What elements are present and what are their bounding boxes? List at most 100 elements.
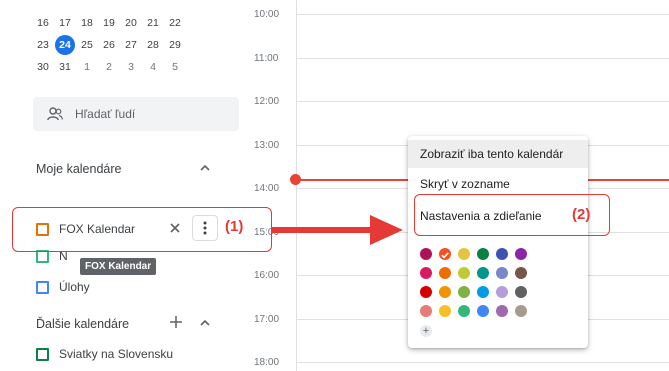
current-time-dot — [290, 174, 301, 185]
color-swatch[interactable] — [496, 248, 508, 260]
calendar-checkbox[interactable] — [36, 347, 49, 361]
chevron-up-icon[interactable] — [198, 316, 212, 330]
color-swatch[interactable] — [458, 286, 470, 298]
day-number: 21 — [147, 17, 159, 29]
day-number: 2 — [106, 61, 112, 73]
day-number: 5 — [172, 61, 178, 73]
day-number: 31 — [59, 61, 71, 73]
day-number: 27 — [125, 39, 137, 51]
color-swatch[interactable] — [420, 248, 432, 260]
mini-calendar-day[interactable]: 19 — [98, 13, 120, 33]
day-number: 22 — [169, 17, 181, 29]
color-swatch[interactable] — [515, 286, 527, 298]
color-swatch[interactable] — [496, 305, 508, 317]
hour-gridline — [296, 101, 669, 102]
mini-calendar-day[interactable]: 28 — [142, 35, 164, 55]
mini-calendar-day[interactable]: 21 — [142, 13, 164, 33]
time-label: 12:00 — [254, 96, 280, 107]
day-number: 17 — [59, 17, 71, 29]
mini-calendar-day[interactable]: 30 — [32, 57, 54, 77]
day-number: 18 — [81, 17, 93, 29]
mini-calendar-day[interactable]: 1 — [76, 57, 98, 77]
day-number: 3 — [128, 61, 134, 73]
hour-gridline — [296, 362, 669, 363]
mini-calendar-day[interactable]: 26 — [98, 35, 120, 55]
calendar-item-tasks[interactable]: Úlohy — [36, 276, 90, 298]
color-swatch[interactable] — [477, 267, 489, 279]
time-label: 13:00 — [254, 139, 280, 151]
mini-calendar-day[interactable]: 31 — [54, 57, 76, 77]
mini-calendar-day[interactable]: 27 — [120, 35, 142, 55]
color-swatch[interactable] — [439, 286, 451, 298]
day-number: 19 — [103, 17, 115, 29]
color-swatch[interactable] — [420, 286, 432, 298]
mini-calendar-day[interactable]: 22 — [164, 13, 186, 33]
time-label: 14:00 — [254, 183, 280, 194]
other-calendars-title: Ďalšie kalendáre — [36, 317, 130, 331]
mini-calendar-today[interactable]: 24 — [54, 35, 76, 55]
calendar-item-holidays[interactable]: Sviatky na Slovensku — [36, 343, 173, 365]
time-label: 11:00 — [254, 52, 279, 64]
color-swatch[interactable] — [458, 267, 470, 279]
color-swatch[interactable] — [515, 248, 527, 260]
day-number: 16 — [37, 17, 49, 29]
calendar-options-menu: Zobraziť iba tento kalendár Skryť v zozn… — [408, 136, 588, 348]
mini-calendar-day[interactable]: 16 — [32, 13, 54, 33]
calendar-item-label: Sviatky na Slovensku — [59, 347, 174, 361]
mini-calendar-day[interactable]: 18 — [76, 13, 98, 33]
color-swatch[interactable] — [420, 267, 432, 279]
mini-calendar-day[interactable]: 25 — [76, 35, 98, 55]
mini-calendar-day[interactable]: 17 — [54, 13, 76, 33]
time-label: 17:00 — [254, 313, 280, 325]
my-calendars-title: Moje kalendáre — [36, 162, 122, 176]
callout-number-1: (1) — [225, 218, 244, 235]
color-swatch[interactable] — [439, 248, 451, 260]
mini-calendar-day[interactable]: 3 — [120, 57, 142, 77]
calendar-name-tooltip: FOX Kalendar — [80, 258, 157, 275]
color-swatch[interactable] — [458, 248, 470, 260]
color-swatch[interactable] — [439, 305, 451, 317]
chevron-up-icon[interactable] — [198, 161, 212, 175]
day-number: 23 — [37, 39, 49, 51]
mini-calendar-day[interactable]: 29 — [164, 35, 186, 55]
color-swatch[interactable] — [515, 305, 527, 317]
mini-calendar-week: 23 24 25 26 27 28 29 — [32, 34, 186, 56]
mini-calendar-day[interactable]: 5 — [164, 57, 186, 77]
color-swatch[interactable] — [477, 286, 489, 298]
callout-number-2: (2) — [572, 206, 591, 223]
color-swatch[interactable] — [439, 267, 451, 279]
color-swatch[interactable] — [477, 248, 489, 260]
time-label: 16:00 — [254, 270, 280, 281]
day-number: 20 — [125, 17, 137, 29]
color-swatch[interactable] — [496, 267, 508, 279]
search-people-label: Hľadať ľudí — [75, 107, 136, 121]
hour-gridline — [296, 57, 669, 59]
color-swatch[interactable] — [496, 286, 508, 298]
day-number: 28 — [147, 39, 159, 51]
calendar-checkbox[interactable] — [36, 280, 49, 294]
calendar-item-label: Úlohy — [59, 280, 90, 294]
color-swatch[interactable] — [458, 305, 470, 317]
add-icon[interactable] — [169, 315, 183, 329]
mini-calendar-day[interactable]: 20 — [120, 13, 142, 33]
time-label: 18:00 — [254, 357, 280, 368]
menu-item-display-only[interactable]: Zobraziť iba tento kalendár — [408, 140, 588, 168]
day-number: 30 — [37, 61, 49, 73]
check-icon — [441, 252, 449, 259]
mini-calendar-day[interactable]: 23 — [32, 35, 54, 55]
mini-calendar-day[interactable]: 2 — [98, 57, 120, 77]
people-icon — [47, 107, 63, 121]
add-custom-color-button[interactable]: + — [420, 325, 432, 337]
color-swatch[interactable] — [477, 305, 489, 317]
time-label: 10:00 — [254, 9, 280, 20]
search-people-field[interactable]: Hľadať ľudí — [33, 97, 239, 131]
day-number: 24 — [55, 35, 75, 55]
color-swatch[interactable] — [515, 267, 527, 279]
color-swatch[interactable] — [420, 305, 432, 317]
day-number: 25 — [81, 39, 93, 51]
mini-calendar-day[interactable]: 4 — [142, 57, 164, 77]
mini-calendar-week: 16 17 18 19 20 21 22 — [32, 12, 186, 34]
day-number: 29 — [169, 39, 181, 51]
day-number: 4 — [150, 61, 156, 73]
mini-calendar-week: 30 31 1 2 3 4 5 — [32, 56, 186, 78]
